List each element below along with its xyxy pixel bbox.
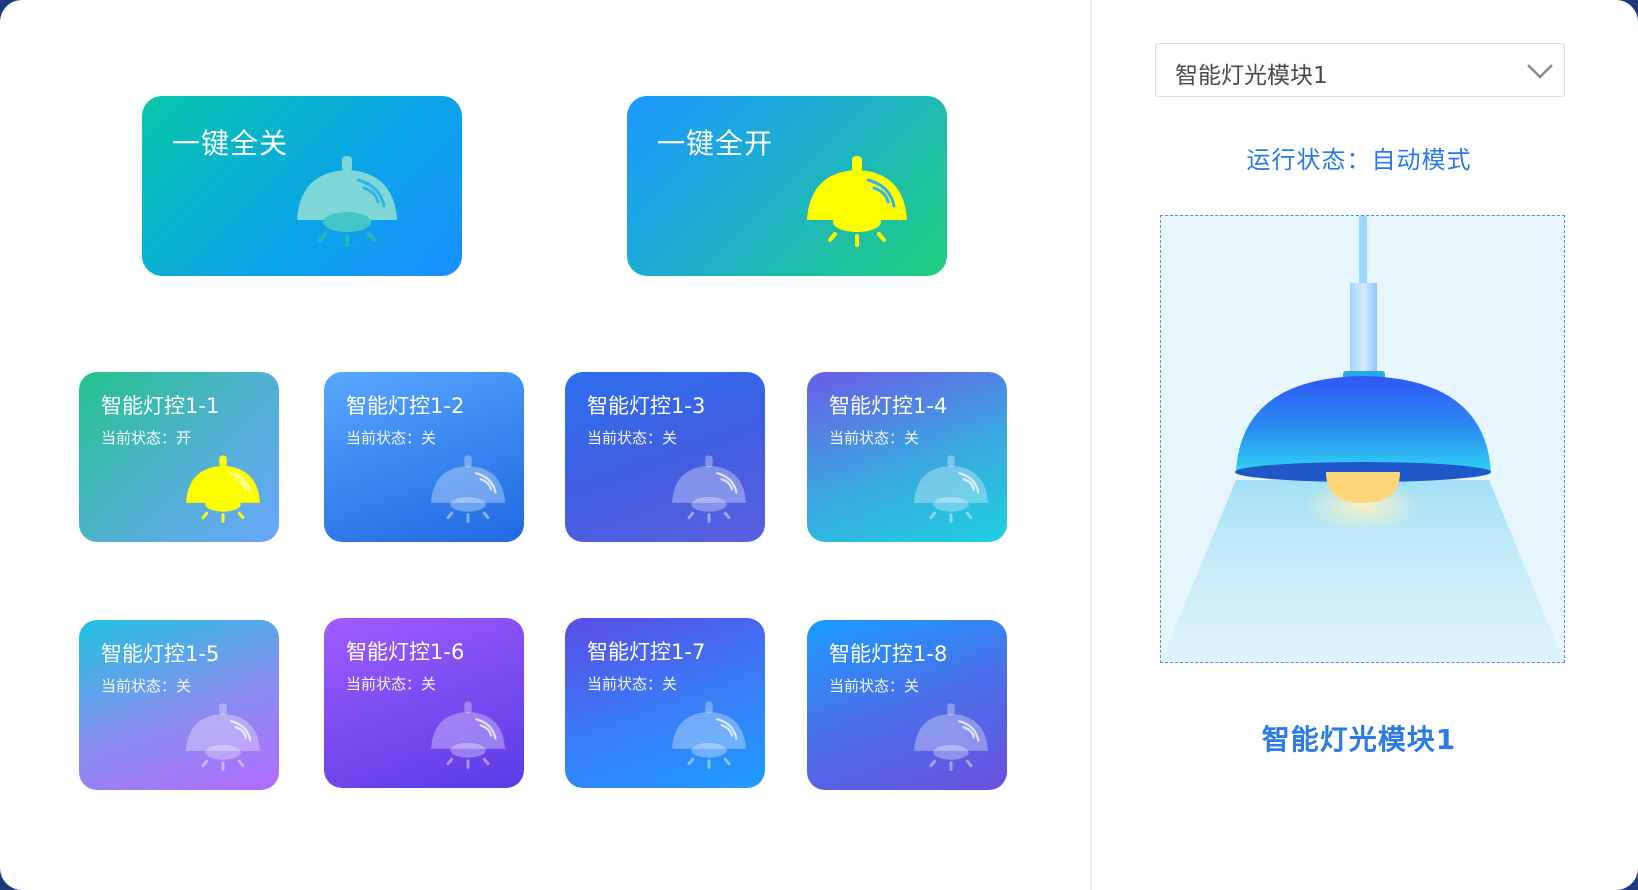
- app-frame: 一键全关 一键全开 智能灯控1-1 当前状态：开 智能灯控1-2 当前状态：关 …: [0, 0, 1638, 890]
- light-name: 智能灯控1-1: [101, 394, 220, 418]
- lamp-off-icon: [186, 703, 260, 771]
- light-status: 当前状态：关: [587, 675, 678, 693]
- all-on-label: 一键全开: [657, 127, 774, 160]
- light-name: 智能灯控1-6: [346, 640, 465, 664]
- light-card-1-6[interactable]: 智能灯控1-6 当前状态：关: [324, 618, 524, 788]
- lamp-off-icon: [914, 703, 988, 771]
- all-on-button[interactable]: 一键全开: [627, 96, 947, 276]
- light-status: 当前状态：关: [101, 677, 192, 695]
- light-card-1-8[interactable]: 智能灯控1-8 当前状态：关: [807, 620, 1007, 790]
- light-card-1-7[interactable]: 智能灯控1-7 当前状态：关: [565, 618, 765, 788]
- lamp-off-icon: [431, 701, 505, 769]
- module-select-value: 智能灯光模块1: [1175, 63, 1328, 89]
- lamp-off-icon: [431, 455, 505, 523]
- lamp-off-icon: [672, 701, 746, 769]
- light-name: 智能灯控1-4: [829, 394, 948, 418]
- lamp-preview: [1160, 215, 1565, 663]
- light-card-1-1[interactable]: 智能灯控1-1 当前状态：开: [79, 372, 279, 542]
- run-status-text: 运行状态：自动模式: [1246, 146, 1472, 174]
- module-select[interactable]: 智能灯光模块1: [1155, 43, 1565, 97]
- lamp-off-icon: [297, 156, 397, 247]
- light-name: 智能灯控1-3: [587, 394, 706, 418]
- light-card-1-4[interactable]: 智能灯控1-4 当前状态：关: [807, 372, 1007, 542]
- pendant-lamp-illustration: [1161, 216, 1564, 662]
- light-name: 智能灯控1-5: [101, 642, 220, 666]
- panel-divider: [1090, 0, 1092, 890]
- light-name: 智能灯控1-2: [346, 394, 465, 418]
- light-name: 智能灯控1-8: [829, 642, 948, 666]
- light-status: 当前状态：关: [829, 677, 920, 695]
- light-status: 当前状态：关: [346, 675, 437, 693]
- lamp-on-icon: [807, 156, 907, 247]
- light-card-1-5[interactable]: 智能灯控1-5 当前状态：关: [79, 620, 279, 790]
- chevron-down-icon: [1527, 64, 1553, 79]
- light-status: 当前状态：关: [346, 429, 437, 447]
- light-status: 当前状态：关: [829, 429, 920, 447]
- lamp-off-icon: [914, 455, 988, 523]
- module-title: 智能灯光模块1: [1261, 723, 1457, 756]
- light-status: 当前状态：关: [587, 429, 678, 447]
- light-status: 当前状态：开: [101, 429, 192, 447]
- lamp-on-icon: [186, 455, 260, 523]
- light-card-1-3[interactable]: 智能灯控1-3 当前状态：关: [565, 372, 765, 542]
- lamp-off-icon: [672, 455, 746, 523]
- light-card-1-2[interactable]: 智能灯控1-2 当前状态：关: [324, 372, 524, 542]
- light-name: 智能灯控1-7: [587, 640, 706, 664]
- all-off-label: 一键全关: [172, 127, 289, 160]
- all-off-button[interactable]: 一键全关: [142, 96, 462, 276]
